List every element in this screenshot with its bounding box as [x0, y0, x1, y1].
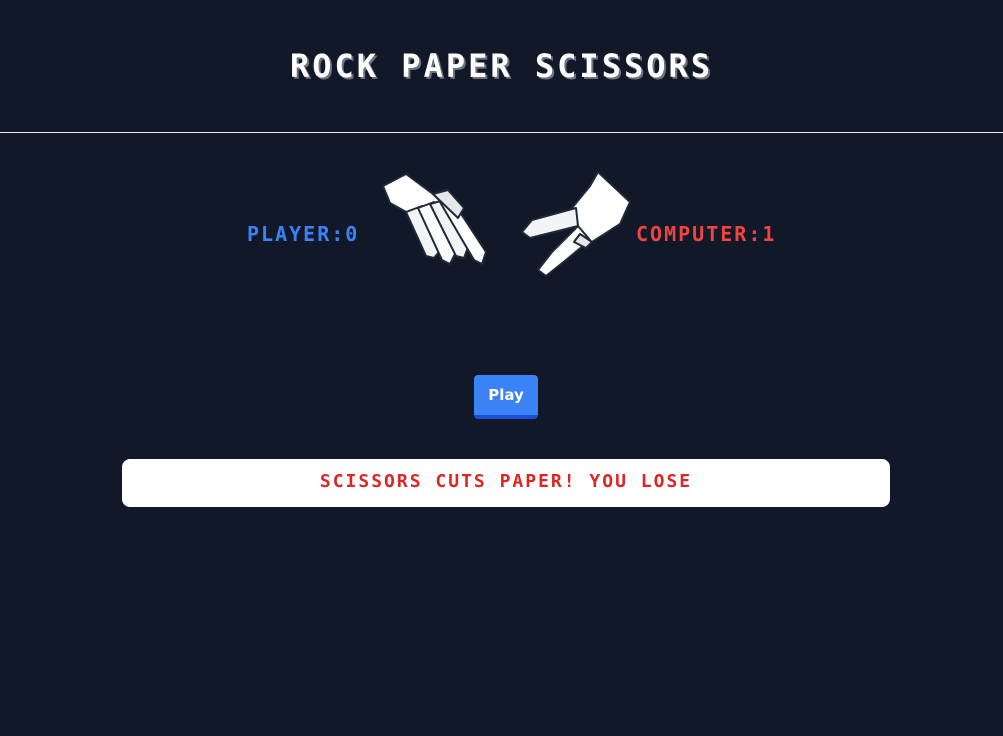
result-message: SCISSORS CUTS PAPER! YOU LOSE: [319, 471, 693, 492]
paper-hand-icon: [382, 173, 487, 265]
result-panel: SCISSORS CUTS PAPER! YOU LOSE: [122, 459, 890, 507]
player-score: PLAYER:0: [247, 222, 360, 246]
scissors-hand-icon: [521, 171, 631, 277]
page-title: ROCK PAPER SCISSORS: [289, 47, 714, 85]
computer-score: COMPUTER:1: [636, 222, 777, 246]
page-header: ROCK PAPER SCISSORS: [0, 0, 1003, 133]
play-button[interactable]: Play: [474, 375, 538, 419]
